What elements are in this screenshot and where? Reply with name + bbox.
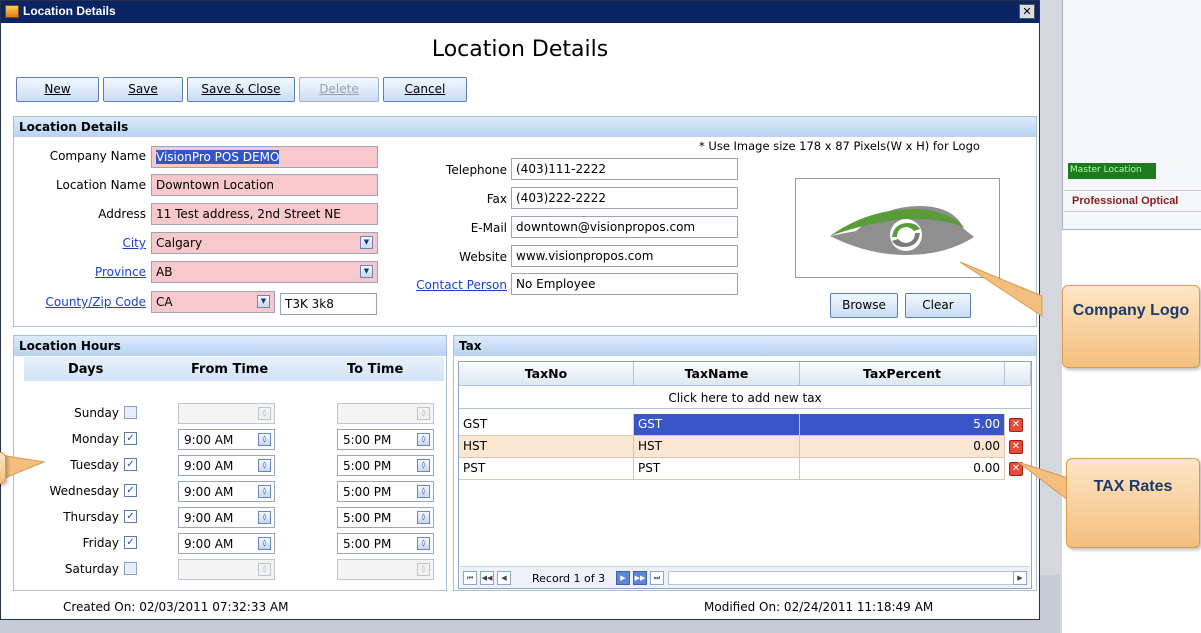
company-logo-callout: Company Logo: [1062, 285, 1200, 368]
tax-rates-callout: TAX Rates: [1066, 458, 1200, 548]
callout-pointers: [0, 261, 1069, 502]
logo-callout-pointer: [959, 261, 1043, 317]
hours-callout: [0, 452, 6, 484]
hours-callout-pointer: [0, 454, 46, 481]
tax-callout-pointer: [1017, 461, 1069, 502]
